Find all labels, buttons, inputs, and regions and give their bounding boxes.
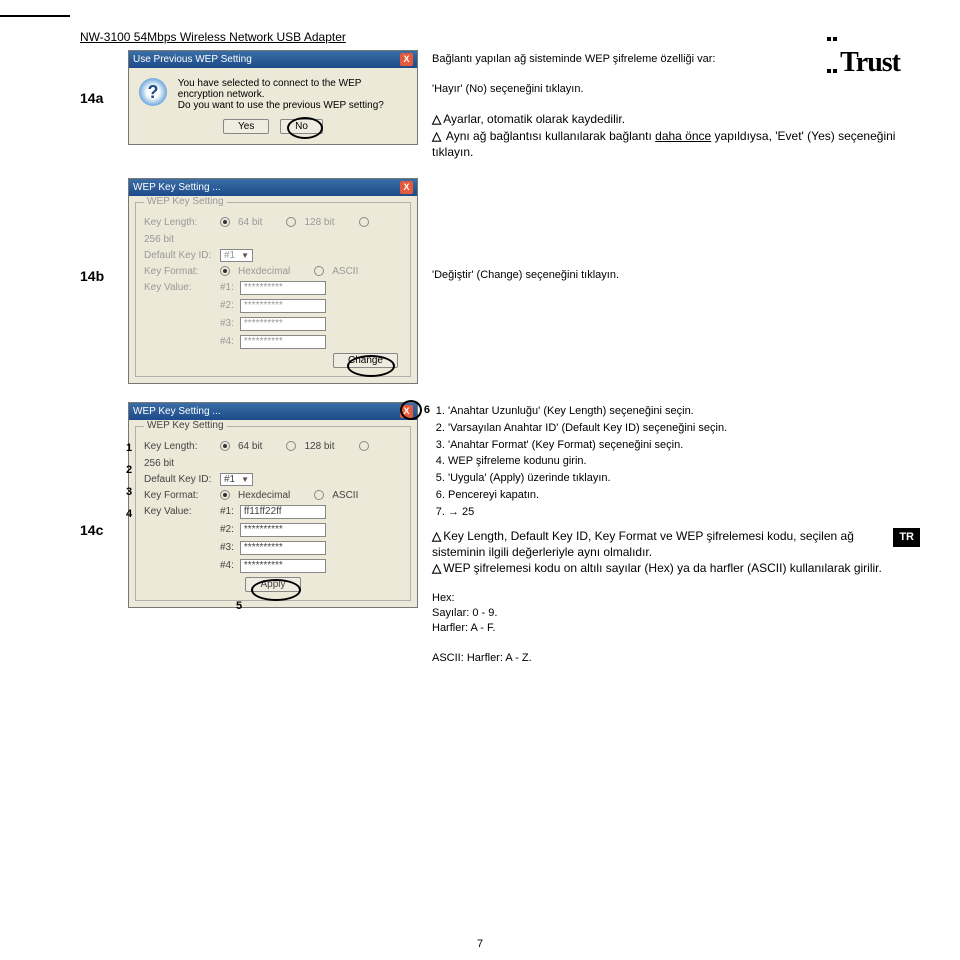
row-14a: 14a Use Previous WEP Setting X ? You hav… [80,50,920,160]
warn-b: WEP şifrelemesi kodu on altılı sayılar (… [432,560,883,576]
list-item: 'Anahtar Uzunluğu' (Key Length) seçeneği… [448,404,920,419]
default-key-id-select: #1▼ [220,249,253,262]
tr-badge: TR [893,528,920,547]
step-label-14a: 14a [80,90,114,106]
key-length-label: Key Length: [144,441,214,452]
top-rule [0,15,70,17]
fieldset-legend-c: WEP Key Setting [144,420,227,431]
dialog-line2: Do you want to use the previous WEP sett… [178,100,384,111]
fieldset-legend-b: WEP Key Setting [144,196,227,207]
warn-1: Ayarlar, otomatik olarak kaydedilir. [432,111,920,127]
list-item: 'Varsayılan Anahtar ID' (Default Key ID)… [448,421,920,436]
radio-hex [220,266,230,276]
desc-14b: 'Değiştir' (Change) seçeneğini tıklayın. [432,178,920,283]
question-icon: ? [139,78,167,106]
key-length-label: Key Length: [144,217,214,228]
close-icon[interactable]: X [400,181,413,194]
dialog-buttons: Yes No [139,119,407,134]
row-14c: 14c WEP Key Setting ... X WEP Key Settin… [80,402,920,666]
screenshot-14b: WEP Key Setting ... X WEP Key Setting Ke… [128,178,418,384]
key-value-1[interactable]: ff11ff22ff [240,505,326,519]
list-item: Pencereyi kapatın. [448,488,920,503]
page-number: 7 [477,938,483,950]
dialog-body: ? You have selected to connect to the WE… [129,68,417,144]
callout-1: 1 [126,442,132,454]
key-value-4[interactable]: ********** [240,559,326,573]
logo-squares-icon [826,18,838,82]
panel-title-b: WEP Key Setting ... [133,182,221,193]
close-circle-annotation [400,400,422,420]
radio-hex[interactable] [220,490,230,500]
key-format-label: Key Format: [144,490,214,501]
action-text: 'Hayır' (No) seçeneğini tıklayın. [432,82,920,97]
radio-256bit [359,217,369,227]
no-circle-annotation [287,117,323,139]
callout-6: 6 [424,404,430,416]
callout-4: 4 [126,508,132,520]
desc-14c: 'Anahtar Uzunluğu' (Key Length) seçeneği… [432,402,920,666]
dialog-title: Use Previous WEP Setting [133,54,252,65]
screenshot-14a: Use Previous WEP Setting X ? You have se… [128,50,418,145]
step-label-14b: 14b [80,268,114,284]
instruction-list: 'Anahtar Uzunluğu' (Key Length) seçeneği… [432,404,920,520]
apply-circle-annotation [251,579,301,601]
screenshot-14c: WEP Key Setting ... X WEP Key Setting Ke… [128,402,418,608]
key-format-label: Key Format: [144,266,214,277]
radio-64bit[interactable] [220,441,230,451]
action-14b: 'Değiştir' (Change) seçeneğini tıklayın. [432,268,920,283]
key-value-label: Key Value: [144,282,214,293]
panel-title-c: WEP Key Setting ... [133,406,221,417]
key-value-2[interactable]: ********** [240,523,326,537]
dialog-titlebar: Use Previous WEP Setting X [129,51,417,68]
key-value-3[interactable]: ********** [240,541,326,555]
key-value-2: ********** [240,299,326,313]
panel-titlebar-b: WEP Key Setting ... X [129,179,417,196]
hex-nums: Sayılar: 0 - 9. [432,606,920,621]
hex-heading: Hex: [432,591,920,606]
ascii-line: ASCII: Harfler: A - Z. [432,651,920,666]
change-circle-annotation [347,355,395,377]
key-value-1: ********** [240,281,326,295]
callout-2: 2 [126,464,132,476]
brand-text: Trust [840,47,900,78]
radio-ascii [314,266,324,276]
yes-button[interactable]: Yes [223,119,269,134]
radio-256bit[interactable] [359,441,369,451]
wep-fieldset-b: WEP Key Setting Key Length: 64 bit 128 b… [135,202,411,377]
callout-5: 5 [236,600,242,612]
wep-fieldset-c: WEP Key Setting Key Length: 64 bit 128 b… [135,426,411,601]
key-value-4: ********** [240,335,326,349]
radio-ascii[interactable] [314,490,324,500]
row-14b: 14b WEP Key Setting ... X WEP Key Settin… [80,178,920,384]
dialog-text: You have selected to connect to the WEP … [178,78,398,111]
radio-64bit [220,217,230,227]
default-key-id-select[interactable]: #1▼ [220,473,253,486]
list-item: 'Anahtar Format' (Key Format) seçeneğini… [448,438,920,453]
warn-2: Aynı ağ bağlantısı kullanılarak bağlantı… [432,128,920,160]
callout-3: 3 [126,486,132,498]
key-value-label: Key Value: [144,506,214,517]
brand-logo: Trust [826,18,900,82]
step-label-14c: 14c [80,522,114,538]
list-item: → 25 [448,505,920,520]
hex-letters: Harfler: A - F. [432,621,920,636]
radio-128bit [286,217,296,227]
close-icon[interactable]: X [400,53,413,66]
default-key-id-label: Default Key ID: [144,474,214,485]
list-item: 'Uygula' (Apply) üzerinde tıklayın. [448,471,920,486]
warn-a: Key Length, Default Key ID, Key Format v… [432,528,883,560]
radio-128bit[interactable] [286,441,296,451]
panel-titlebar-c: WEP Key Setting ... X [129,403,417,420]
default-key-id-label: Default Key ID: [144,250,214,261]
key-value-3: ********** [240,317,326,331]
list-item: WEP şifreleme kodunu girin. [448,454,920,469]
dialog-line1: You have selected to connect to the WEP … [178,78,361,100]
page-title: NW-3100 54Mbps Wireless Network USB Adap… [80,30,920,44]
screenshot-wrapper-14c: WEP Key Setting ... X WEP Key Setting Ke… [128,402,418,608]
